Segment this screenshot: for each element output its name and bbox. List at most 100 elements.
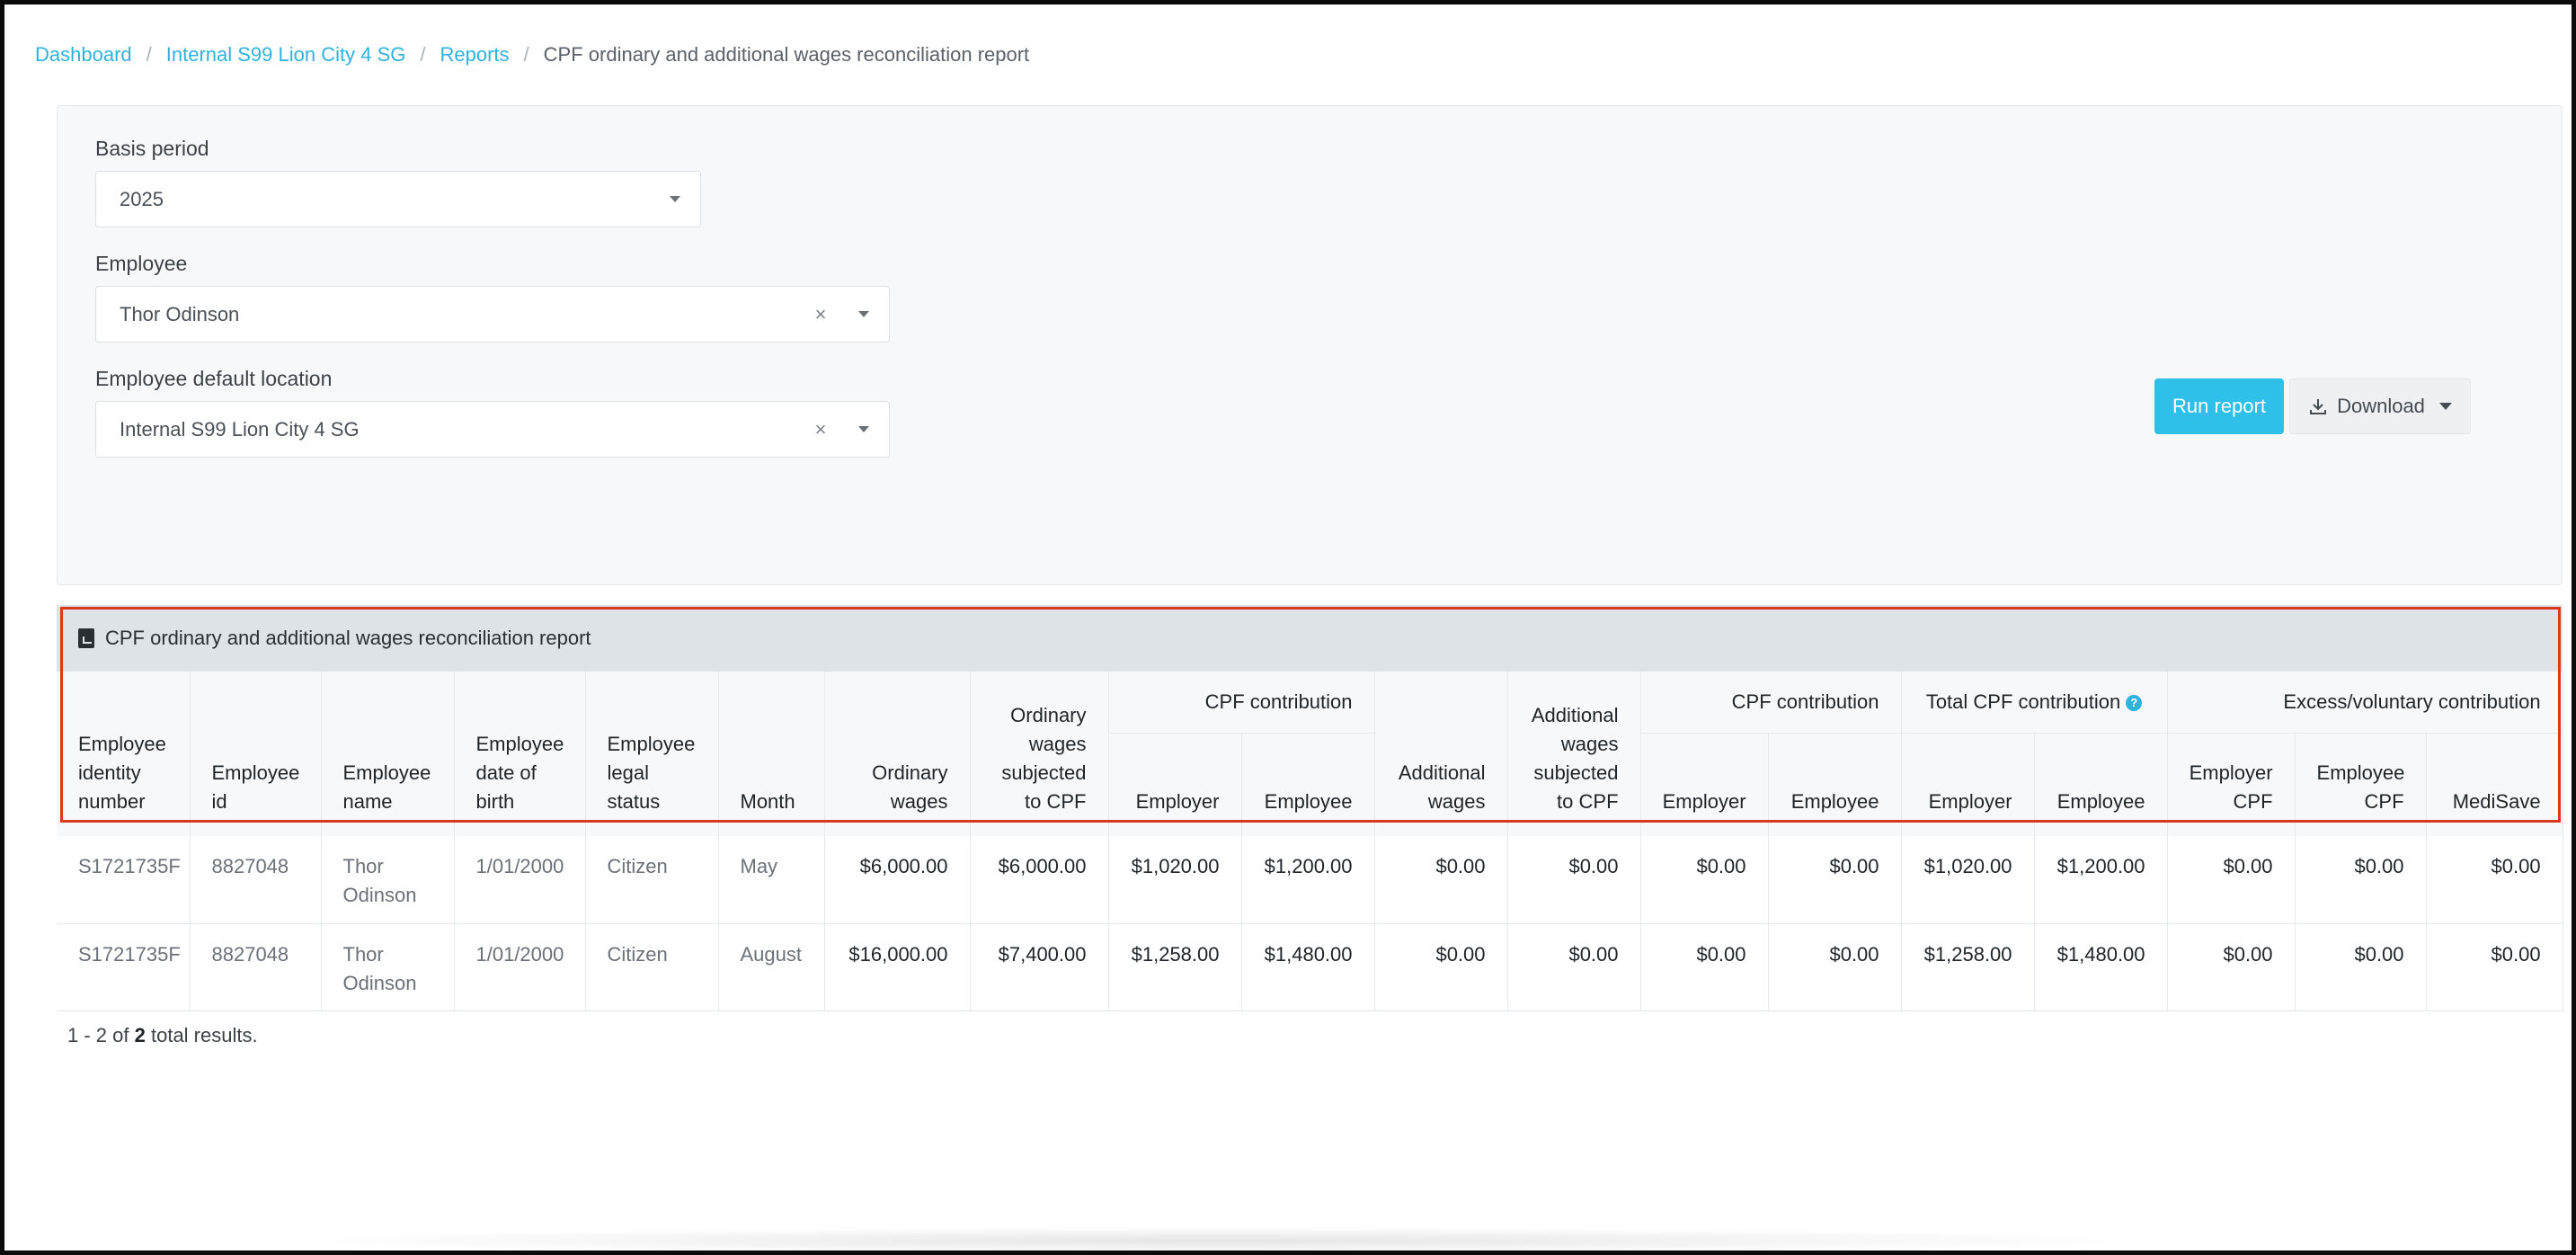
cell-id: 8827048 [190, 836, 322, 924]
cell-cpf2-employee: $0.00 [1768, 836, 1902, 924]
col-ow-subjected[interactable]: Ordinary wages subjected to CPF [970, 672, 1109, 836]
breadcrumb-separator: / [146, 43, 152, 66]
col-aw-subjected[interactable]: Additional wages subjected to CPF [1507, 672, 1641, 836]
table-row: S1721735F 8827048 Thor Odinson 1/01/2000 … [57, 836, 2563, 924]
results-summary: 1 - 2 of 2 total results. [67, 1024, 258, 1046]
cell-ow-subjected: $6,000.00 [970, 836, 1109, 924]
col-additional-wages[interactable]: Additional wages [1374, 672, 1508, 836]
group-excess-voluntary: Excess/voluntary contribution [2167, 672, 2563, 734]
breadcrumb: Dashboard / Internal S99 Lion City 4 SG … [35, 40, 1029, 69]
breadcrumb-dashboard[interactable]: Dashboard [35, 43, 132, 67]
filter-panel: Basis period 2025 Employee Thor Odinson … [57, 105, 2563, 585]
cell-medisave: $0.00 [2426, 836, 2563, 924]
col-legal-status[interactable]: Employee legal status [585, 672, 719, 836]
cell-cpf-employee: $1,200.00 [1241, 836, 1375, 924]
cell-dob: 1/01/2000 [454, 923, 586, 1011]
cell-ordinary-wages: $6,000.00 [824, 836, 971, 924]
chevron-down-icon[interactable] [839, 311, 889, 317]
breadcrumb-separator: / [523, 43, 529, 66]
cell-identity: S1721735F [57, 923, 191, 1011]
col-date-of-birth[interactable]: Employee date of birth [454, 672, 586, 836]
col-cpf2-employer[interactable]: Employer [1640, 733, 1769, 836]
run-report-button[interactable]: Run report [2154, 378, 2284, 434]
basis-period-label: Basis period [95, 137, 209, 160]
col-cpf-employee[interactable]: Employee [1241, 733, 1375, 836]
cell-additional-wages: $0.00 [1374, 836, 1508, 924]
cell-excess-employee: $0.00 [2295, 923, 2427, 1011]
cell-cpf2-employer: $0.00 [1640, 836, 1769, 924]
col-total-employer[interactable]: Employer [1901, 733, 2035, 836]
cell-total-employee: $1,480.00 [2034, 923, 2168, 1011]
col-employee-id[interactable]: Employee id [190, 672, 322, 836]
clear-icon[interactable]: × [803, 418, 839, 441]
cell-cpf-employer: $1,258.00 [1108, 923, 1242, 1011]
chevron-down-icon[interactable] [839, 426, 889, 432]
cell-ow-subjected: $7,400.00 [970, 923, 1109, 1011]
chevron-down-icon [2438, 403, 2452, 410]
employee-value: Thor Odinson [120, 302, 240, 325]
employee-label: Employee [95, 252, 188, 275]
col-employee-cpf[interactable]: Employee CPF [2295, 733, 2427, 836]
cell-cpf2-employer: $0.00 [1640, 923, 1769, 1011]
cell-legal: Citizen [585, 836, 719, 924]
help-icon[interactable]: ? [2126, 695, 2143, 712]
window-frame: Dashboard / Internal S99 Lion City 4 SG … [0, 0, 2576, 1255]
breadcrumb-separator: / [420, 43, 426, 66]
col-cpf2-employee[interactable]: Employee [1768, 733, 1902, 836]
group-cpf-contribution: CPF contribution [1108, 672, 1375, 734]
chevron-down-icon[interactable] [650, 196, 700, 202]
group-cpf-contribution-2: CPF contribution [1640, 672, 1902, 734]
col-medisave[interactable]: MediSave [2426, 733, 2563, 836]
download-label: Download [2337, 395, 2425, 417]
cell-dob: 1/01/2000 [454, 836, 586, 924]
basis-period-value: 2025 [120, 187, 164, 210]
cell-cpf2-employee: $0.00 [1768, 923, 1902, 1011]
cell-total-employer: $1,020.00 [1901, 836, 2035, 924]
col-cpf-employer[interactable]: Employer [1108, 733, 1242, 836]
cell-total-employer: $1,258.00 [1901, 923, 2035, 1011]
cell-name: Thor Odinson [321, 923, 455, 1011]
cell-ordinary-wages: $16,000.00 [824, 923, 971, 1011]
cell-aw-subjected: $0.00 [1507, 836, 1641, 924]
report-icon [78, 628, 94, 648]
col-employer-cpf[interactable]: Employer CPF [2167, 733, 2296, 836]
basis-period-select[interactable]: 2025 [95, 171, 701, 227]
group-total-cpf: Total CPF contribution? [1901, 672, 2168, 734]
employee-select[interactable]: Thor Odinson × [95, 286, 890, 343]
col-ordinary-wages[interactable]: Ordinary wages [824, 672, 971, 836]
cell-identity: S1721735F [57, 836, 191, 924]
cell-excess-employer: $0.00 [2167, 923, 2296, 1011]
breadcrumb-reports[interactable]: Reports [440, 43, 509, 67]
location-value: Internal S99 Lion City 4 SG [120, 417, 360, 441]
col-employee-name[interactable]: Employee name [321, 672, 455, 836]
breadcrumb-current: CPF ordinary and additional wages reconc… [543, 43, 1030, 66]
report-header: CPF ordinary and additional wages reconc… [57, 605, 2563, 672]
cell-cpf-employer: $1,020.00 [1108, 836, 1242, 924]
cell-medisave: $0.00 [2426, 923, 2563, 1011]
location-select[interactable]: Internal S99 Lion City 4 SG × [95, 401, 890, 458]
location-label: Employee default location [95, 367, 333, 390]
clear-icon[interactable]: × [803, 303, 839, 326]
col-month[interactable]: Month [718, 672, 825, 836]
cell-total-employee: $1,200.00 [2034, 836, 2168, 924]
download-icon [2310, 399, 2327, 414]
cell-cpf-employee: $1,480.00 [1241, 923, 1375, 1011]
download-button[interactable]: Download [2289, 378, 2471, 434]
cell-month: May [718, 836, 825, 924]
col-total-employee[interactable]: Employee [2034, 733, 2168, 836]
cell-name: Thor Odinson [321, 836, 455, 924]
cell-aw-subjected: $0.00 [1507, 923, 1641, 1011]
breadcrumb-organisation[interactable]: Internal S99 Lion City 4 SG [166, 43, 406, 67]
cell-id: 8827048 [190, 923, 322, 1011]
table-row: S1721735F 8827048 Thor Odinson 1/01/2000 … [57, 923, 2563, 1011]
report-title: CPF ordinary and additional wages reconc… [105, 627, 591, 649]
cell-month: August [718, 923, 825, 1011]
cell-excess-employer: $0.00 [2167, 836, 2296, 924]
report-table: Employee identity number Employee id Employ… [57, 672, 2563, 1011]
col-identity-number[interactable]: Employee identity number [57, 672, 191, 836]
cell-excess-employee: $0.00 [2295, 836, 2427, 924]
cell-legal: Citizen [585, 923, 719, 1011]
report-section: CPF ordinary and additional wages reconc… [57, 605, 2563, 1011]
cell-additional-wages: $0.00 [1374, 923, 1508, 1011]
bottom-shadow [274, 1227, 2162, 1254]
